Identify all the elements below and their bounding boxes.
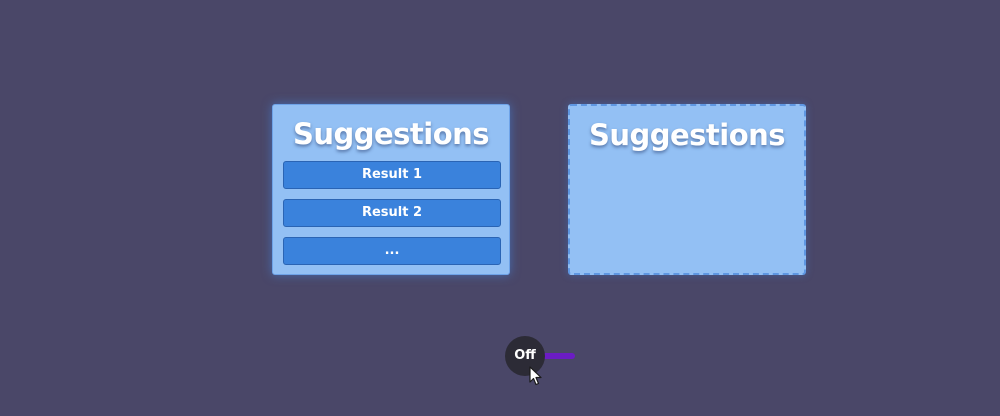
- arrow-cursor-icon: [529, 366, 542, 386]
- panel-title: Suggestions: [588, 118, 786, 152]
- suggestions-panel-empty: Suggestions: [568, 104, 806, 275]
- results-list: Result 1 Result 2 ...: [283, 161, 501, 275]
- result-item-more[interactable]: ...: [283, 237, 501, 265]
- result-item-1[interactable]: Result 1: [283, 161, 501, 189]
- page-stage: Suggestions Result 1 Result 2 ... Sugges…: [0, 0, 1000, 416]
- result-item-2[interactable]: Result 2: [283, 199, 501, 227]
- panel-title: Suggestions: [292, 117, 490, 151]
- suggestions-panel-populated: Suggestions Result 1 Result 2 ...: [272, 104, 510, 275]
